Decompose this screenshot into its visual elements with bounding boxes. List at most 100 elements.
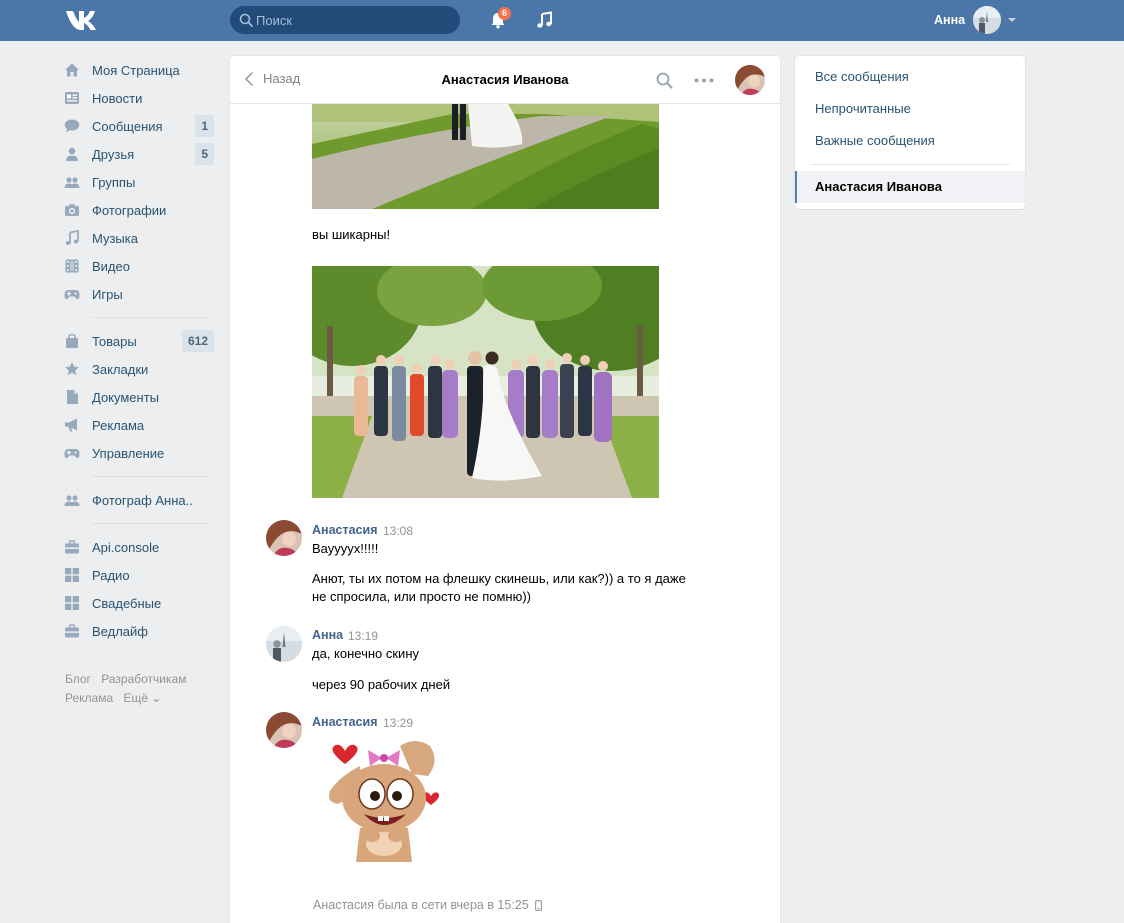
sidebar-item-management[interactable]: Управление bbox=[64, 439, 214, 467]
sender-avatar-image bbox=[266, 626, 302, 662]
message-photo[interactable] bbox=[312, 266, 659, 498]
message-author[interactable]: Анастасия bbox=[312, 523, 378, 537]
sidebar-item-label: Закладки bbox=[92, 361, 149, 377]
sidebar-item-music[interactable]: Музыка bbox=[64, 224, 214, 252]
filter-important[interactable]: Важные сообщения bbox=[795, 125, 1025, 157]
sidebar-item-label: Радио bbox=[92, 567, 130, 583]
interlocutor-avatar-image bbox=[735, 65, 765, 95]
friends-icon bbox=[64, 146, 80, 162]
online-status-text: Анастасия была в сети вчера в 15:25 bbox=[313, 898, 529, 912]
message-time[interactable]: 13:19 bbox=[348, 629, 378, 643]
sidebar-item-my-page[interactable]: Моя Страница bbox=[64, 56, 214, 84]
sidebar-item-label: Товары bbox=[92, 333, 137, 349]
groups-icon bbox=[64, 174, 80, 190]
sender-avatar[interactable] bbox=[266, 626, 302, 662]
sidebar-item-label: Друзья bbox=[92, 146, 135, 162]
sidebar-item-label: Свадебные bbox=[92, 595, 162, 611]
sidebar-item-news[interactable]: Новости bbox=[64, 84, 214, 112]
message-author[interactable]: Анна bbox=[312, 628, 343, 642]
sidebar-item-groups[interactable]: Группы bbox=[64, 168, 214, 196]
sidebar-item-group-photographer[interactable]: Фотограф Анна.. bbox=[64, 486, 214, 514]
footer-link-blog[interactable]: Блог bbox=[65, 672, 91, 686]
gamepad-icon bbox=[64, 445, 80, 461]
search-input[interactable] bbox=[256, 6, 451, 34]
music-icon bbox=[64, 230, 80, 246]
message-text: вы шикарны! bbox=[312, 227, 391, 242]
megaphone-icon bbox=[64, 417, 80, 433]
briefcase-icon bbox=[64, 623, 80, 639]
user-avatar-image bbox=[973, 6, 1001, 34]
sidebar-item-label: Реклама bbox=[92, 417, 145, 433]
video-icon bbox=[64, 258, 80, 274]
sidebar-item-label: Музыка bbox=[92, 230, 138, 246]
sidebar-item-messages[interactable]: Сообщения 1 bbox=[64, 112, 214, 140]
camera-icon bbox=[64, 202, 80, 218]
sidebar-item-label: Видео bbox=[92, 258, 130, 274]
music-icon[interactable] bbox=[535, 11, 553, 29]
apps-grid-icon bbox=[64, 567, 80, 583]
footer-link-ads[interactable]: Реклама bbox=[65, 691, 113, 705]
sidebar-item-label: Управление bbox=[92, 445, 165, 461]
message-time[interactable]: 13:08 bbox=[383, 524, 413, 538]
message-text: Анют, ты их потом на флешку скинешь, или… bbox=[312, 571, 686, 586]
document-icon bbox=[64, 389, 80, 405]
sidebar-item-api-console[interactable]: Api.console bbox=[64, 533, 214, 561]
search-icon[interactable] bbox=[656, 72, 673, 89]
footer-link-developers[interactable]: Разработчикам bbox=[101, 672, 186, 686]
apps-grid-icon bbox=[64, 595, 80, 611]
news-icon bbox=[64, 90, 80, 106]
left-sidebar: Моя Страница Новости Сообщения 1 Друзья … bbox=[64, 56, 214, 645]
filter-all-messages[interactable]: Все сообщения bbox=[795, 61, 1025, 93]
gamepad-icon bbox=[64, 286, 80, 302]
filter-unread[interactable]: Непрочитанные bbox=[795, 93, 1025, 125]
briefcase-icon bbox=[64, 539, 80, 555]
sidebar-item-video[interactable]: Видео bbox=[64, 252, 214, 280]
user-menu-caret-icon[interactable] bbox=[1008, 18, 1016, 22]
sidebar-item-label: Ведлайф bbox=[92, 623, 148, 639]
sidebar-item-bookmarks[interactable]: Закладки bbox=[64, 355, 214, 383]
sidebar-item-ads[interactable]: Реклама bbox=[64, 411, 214, 439]
sidebar-item-radio[interactable]: Радио bbox=[64, 561, 214, 589]
message-photo[interactable] bbox=[312, 104, 659, 209]
chat-panel: Назад Анастасия Иванова вы шикарны! Анас… bbox=[230, 56, 780, 923]
sidebar-item-label: Фотографии bbox=[92, 202, 167, 218]
sidebar-item-goods[interactable]: Товары 612 bbox=[64, 327, 214, 355]
sidebar-item-documents[interactable]: Документы bbox=[64, 383, 214, 411]
sidebar-item-label: Документы bbox=[92, 389, 160, 405]
goods-count-badge: 612 bbox=[181, 330, 214, 352]
conversation-item-active[interactable]: Анастасия Иванова bbox=[795, 171, 1025, 203]
search-box[interactable] bbox=[230, 6, 460, 34]
user-avatar[interactable] bbox=[973, 6, 1001, 34]
message-time[interactable]: 13:29 bbox=[383, 716, 413, 730]
back-button[interactable]: Назад bbox=[245, 71, 300, 86]
message-author[interactable]: Анастасия bbox=[312, 715, 378, 729]
user-name[interactable]: Анна bbox=[934, 13, 965, 27]
star-icon bbox=[64, 361, 80, 377]
sidebar-divider bbox=[92, 476, 208, 477]
more-options-icon[interactable] bbox=[694, 78, 714, 83]
sender-avatar-image bbox=[266, 712, 302, 748]
vk-logo-icon[interactable] bbox=[64, 9, 98, 31]
back-button-label: Назад bbox=[263, 71, 301, 86]
groups-icon bbox=[64, 492, 80, 508]
sidebar-item-friends[interactable]: Друзья 5 bbox=[64, 140, 214, 168]
interlocutor-avatar[interactable] bbox=[735, 65, 765, 95]
sidebar-item-label: Фотограф Анна.. bbox=[92, 492, 193, 508]
message-text: не спросила, или просто не помню)) bbox=[312, 589, 532, 604]
search-icon bbox=[239, 13, 253, 27]
sticker-image[interactable] bbox=[320, 736, 450, 866]
sidebar-item-photos[interactable]: Фотографии bbox=[64, 196, 214, 224]
notifications-badge: 6 bbox=[498, 7, 511, 20]
message-text: Вауууух!!!!! bbox=[312, 541, 379, 556]
top-header: 6 Анна bbox=[0, 0, 1124, 41]
messages-count-badge: 1 bbox=[195, 115, 214, 137]
message-text: да, конечно скину bbox=[312, 646, 420, 661]
footer-link-more[interactable]: Ещё ⌄ bbox=[123, 691, 161, 705]
sender-avatar[interactable] bbox=[266, 712, 302, 748]
sidebar-item-wedding[interactable]: Свадебные bbox=[64, 589, 214, 617]
sidebar-item-games[interactable]: Игры bbox=[64, 280, 214, 308]
sidebar-item-wedlife[interactable]: Ведлайф bbox=[64, 617, 214, 645]
sender-avatar[interactable] bbox=[266, 520, 302, 556]
sidebar-item-label: Сообщения bbox=[92, 118, 163, 134]
sidebar-item-label: Группы bbox=[92, 174, 136, 190]
